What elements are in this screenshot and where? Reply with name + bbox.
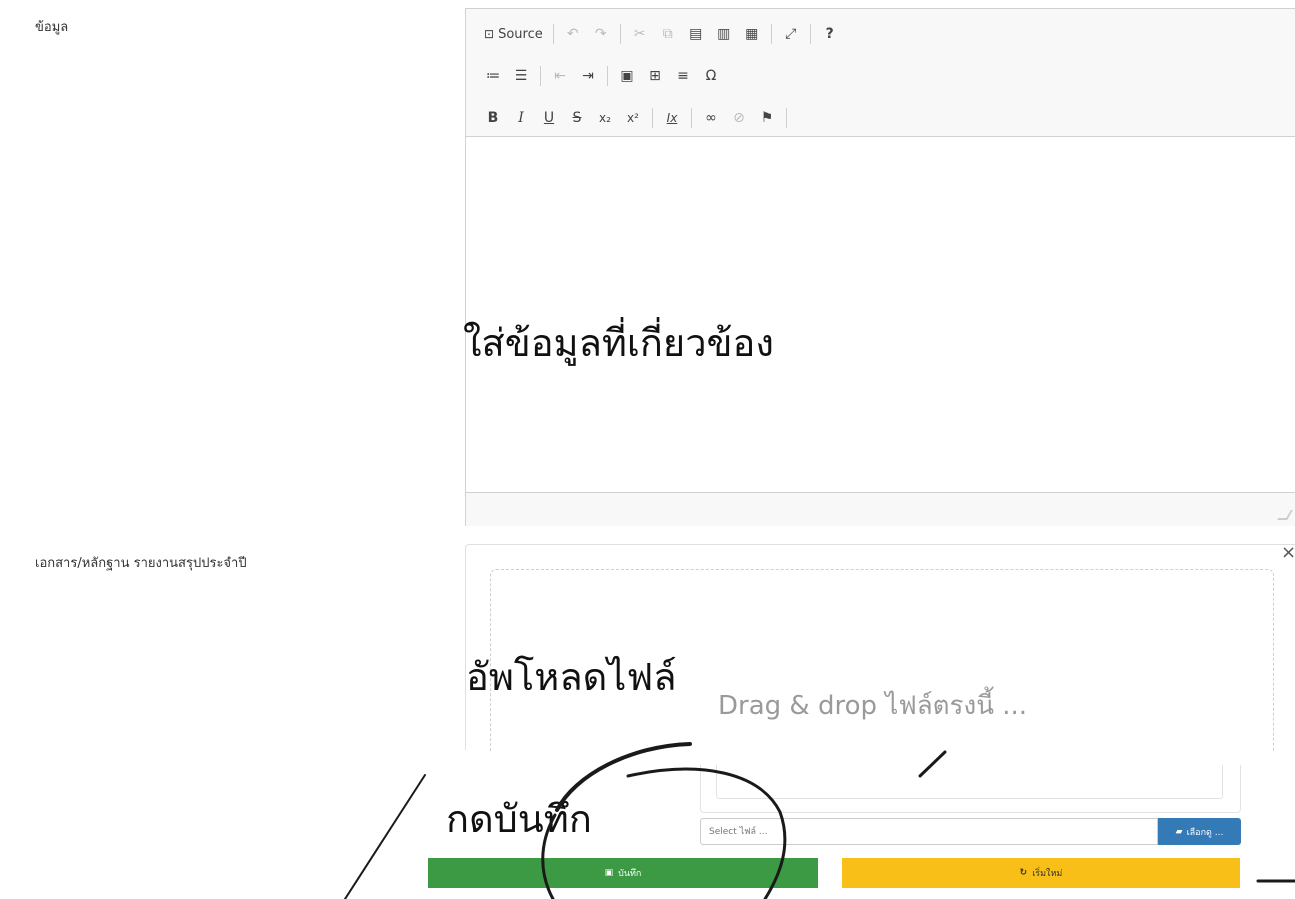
toolbar-separator bbox=[786, 108, 787, 128]
reset-label: เริ่มใหม่ bbox=[1032, 869, 1063, 879]
save-icon: ▣ bbox=[604, 868, 614, 878]
toolbar-separator bbox=[552, 24, 554, 44]
source-label: Source bbox=[498, 26, 543, 42]
browse-label: เลือกดู ... bbox=[1186, 827, 1224, 838]
upload-hint-annotation: อัพโหลดไฟล์ bbox=[466, 655, 677, 699]
maximize-icon[interactable]: ⤢ bbox=[780, 23, 802, 45]
paste-word-icon[interactable]: ▦ bbox=[741, 23, 763, 45]
underline-button[interactable]: U bbox=[538, 107, 560, 129]
save-label: บันทึก bbox=[618, 869, 642, 879]
link-icon[interactable]: ∞ bbox=[700, 107, 722, 129]
unlink-icon[interactable]: ⊘ bbox=[728, 107, 750, 129]
toolbar-separator bbox=[809, 24, 811, 44]
drop-hint-text: Drag & drop ไฟล์ตรงนี้ ... bbox=[718, 691, 1028, 721]
anchor-flag-icon[interactable]: ⚑ bbox=[756, 107, 778, 129]
horizontal-line-icon[interactable]: ≡ bbox=[672, 65, 694, 87]
toolbar-row-1: ⊡ Source ↶ ↷ ✂ ⧉ ▤ ▥ ▦ ⤢ ? bbox=[482, 21, 847, 47]
refresh-icon: ↻ bbox=[1019, 868, 1028, 878]
reset-button[interactable]: ↻ เริ่มใหม่ bbox=[842, 858, 1240, 888]
redo-icon[interactable]: ↷ bbox=[590, 23, 612, 45]
subscript-button[interactable]: x₂ bbox=[594, 107, 616, 129]
undo-icon[interactable]: ↶ bbox=[562, 23, 584, 45]
toolbar-row-2: ≔ ☰ ⇤ ⇥ ▣ ⊞ ≡ Ω bbox=[482, 63, 728, 89]
toolbar-separator bbox=[607, 66, 608, 86]
file-path-input[interactable] bbox=[700, 818, 1158, 845]
save-button[interactable]: ▣ บันทึก bbox=[428, 858, 818, 888]
bulleted-list-icon[interactable]: ☰ bbox=[510, 65, 532, 87]
mini-dropzone bbox=[716, 765, 1223, 799]
toolbar-separator bbox=[691, 108, 692, 128]
document-field-label: เอกสาร/หลักฐาน รายงานสรุปประจำปี bbox=[35, 556, 247, 571]
image-icon[interactable]: ▣ bbox=[616, 65, 638, 87]
editor-toolbar: ⊡ Source ↶ ↷ ✂ ⧉ ▤ ▥ ▦ ⤢ ? ≔ ☰ ⇤ ⇥ ▣ ⊞ ≡… bbox=[466, 9, 1295, 137]
copy-icon[interactable]: ⧉ bbox=[657, 23, 679, 45]
source-button[interactable]: ⊡ Source bbox=[482, 23, 545, 45]
paste-text-icon[interactable]: ▥ bbox=[713, 23, 735, 45]
resize-grip-icon[interactable] bbox=[1277, 510, 1293, 520]
callout-line-left bbox=[344, 774, 426, 899]
outdent-icon[interactable]: ⇤ bbox=[549, 65, 571, 87]
paste-icon[interactable]: ▤ bbox=[685, 23, 707, 45]
browse-button[interactable]: ▰ เลือกดู ... bbox=[1158, 818, 1241, 845]
special-char-button[interactable]: Ω bbox=[700, 65, 722, 87]
superscript-button[interactable]: x² bbox=[622, 107, 644, 129]
close-icon[interactable]: × bbox=[1281, 542, 1295, 563]
content-field-label: ข้อมูล bbox=[35, 20, 69, 35]
toolbar-row-3: B I U S x₂ x² Ix ∞ ⊘ ⚑ bbox=[482, 105, 795, 131]
table-icon[interactable]: ⊞ bbox=[644, 65, 666, 87]
source-icon: ⊡ bbox=[484, 27, 495, 41]
rich-text-editor: ⊡ Source ↶ ↷ ✂ ⧉ ▤ ▥ ▦ ⤢ ? ≔ ☰ ⇤ ⇥ ▣ ⊞ ≡… bbox=[465, 8, 1295, 526]
toolbar-separator bbox=[770, 24, 772, 44]
editor-footer bbox=[466, 492, 1295, 526]
bold-button[interactable]: B bbox=[482, 107, 504, 129]
help-button[interactable]: ? bbox=[819, 23, 841, 45]
indent-icon[interactable]: ⇥ bbox=[577, 65, 599, 87]
toolbar-separator bbox=[652, 108, 653, 128]
remove-format-button[interactable]: Ix bbox=[661, 107, 683, 129]
save-hint-annotation: กดบันทึก bbox=[446, 797, 592, 841]
folder-open-icon: ▰ bbox=[1175, 826, 1183, 837]
numbered-list-icon[interactable]: ≔ bbox=[482, 65, 504, 87]
toolbar-separator bbox=[540, 66, 541, 86]
strike-button[interactable]: S bbox=[566, 107, 588, 129]
italic-button[interactable]: I bbox=[510, 107, 532, 129]
toolbar-separator bbox=[619, 24, 621, 44]
cut-icon[interactable]: ✂ bbox=[629, 23, 651, 45]
editor-hint-annotation: ใส่ข้อมูลที่เกี่ยวข้อง bbox=[463, 321, 774, 365]
